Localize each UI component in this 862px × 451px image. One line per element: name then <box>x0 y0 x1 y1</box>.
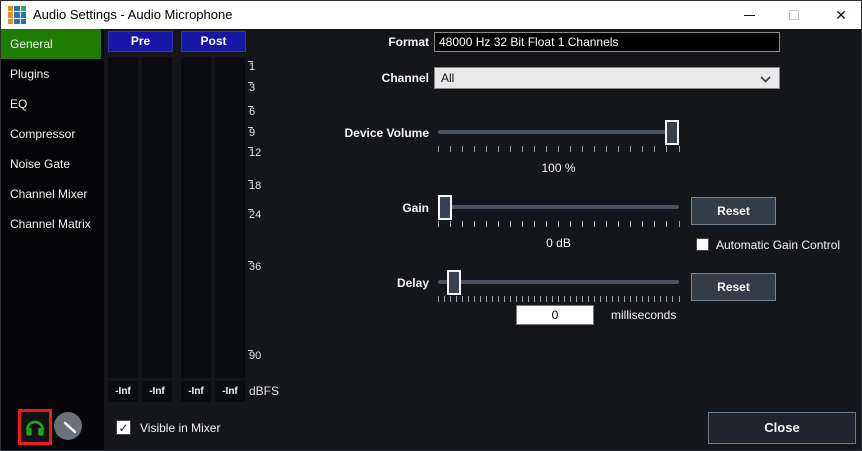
visible-in-mixer-checkbox[interactable]: ✓ <box>116 420 131 435</box>
meter-value-pre-1: -Inf <box>108 381 138 402</box>
gain-reset-button[interactable]: Reset <box>691 197 776 225</box>
delay-label: Delay <box>301 276 429 290</box>
scale-tick: 36 <box>249 261 261 273</box>
window-title: Audio Settings - Audio Microphone <box>33 1 232 29</box>
scale-tick: 6 <box>249 106 255 118</box>
knob-pointer-icon <box>54 412 82 440</box>
scale-tick: 24 <box>249 209 261 221</box>
delay-reset-button[interactable]: Reset <box>691 273 776 301</box>
device-volume-slider-thumb[interactable] <box>665 120 679 145</box>
scale-tick: 1 <box>249 61 255 73</box>
delay-slider[interactable] <box>438 270 679 303</box>
monitor-volume-knob[interactable] <box>54 412 82 440</box>
delay-slider-thumb[interactable] <box>447 270 461 295</box>
slider-ticks <box>438 296 679 302</box>
channel-dropdown[interactable]: All <box>434 67 780 89</box>
agc-label: Automatic Gain Control <box>716 238 840 252</box>
headphones-icon <box>24 417 46 437</box>
title-bar: Audio Settings - Audio Microphone ✕ <box>1 1 862 29</box>
minimize-icon <box>744 15 755 16</box>
meter-bar-pre-1 <box>108 57 138 378</box>
sidebar-item-channel-mixer[interactable]: Channel Mixer <box>1 179 101 209</box>
channel-label: Channel <box>301 71 429 85</box>
chevron-down-icon <box>760 76 771 83</box>
meter-bar-post-1 <box>181 57 211 378</box>
sidebar-item-general[interactable]: General <box>1 29 101 59</box>
milliseconds-label: milliseconds <box>611 308 676 322</box>
agc-checkbox[interactable]: ✓ <box>696 238 709 251</box>
app-logo-icon <box>8 6 26 24</box>
meter-bar-pre-2 <box>142 57 172 378</box>
scale-tick: 18 <box>249 180 261 192</box>
meter-value-pre-2: -Inf <box>142 381 172 402</box>
meter-header-pre: Pre <box>108 31 173 52</box>
gain-slider[interactable] <box>438 195 679 228</box>
maximize-icon <box>789 10 799 20</box>
gain-label: Gain <box>301 201 429 215</box>
scale-tick: 9 <box>249 127 255 139</box>
scale-tick: 90 <box>249 350 261 362</box>
headphones-monitor-button[interactable] <box>18 409 52 445</box>
format-field[interactable] <box>434 32 780 52</box>
close-button[interactable]: Close <box>708 412 856 444</box>
meter-bar-post-2 <box>215 57 245 378</box>
format-label: Format <box>301 35 429 49</box>
sidebar-item-plugins[interactable]: Plugins <box>1 59 101 89</box>
sidebar-item-noise-gate[interactable]: Noise Gate <box>1 149 101 179</box>
maximize-button <box>772 1 816 29</box>
close-window-button[interactable]: ✕ <box>819 1 862 29</box>
slider-track <box>438 205 679 209</box>
audio-settings-window: Audio Settings - Audio Microphone ✕ Gene… <box>0 0 862 451</box>
settings-sidebar: General Plugins EQ Compressor Noise Gate… <box>1 29 104 451</box>
visible-in-mixer-label: Visible in Mixer <box>140 421 220 435</box>
gain-slider-thumb[interactable] <box>438 195 452 220</box>
sidebar-item-channel-matrix[interactable]: Channel Matrix <box>1 209 101 239</box>
check-icon: ✓ <box>118 422 128 434</box>
meter-value-post-2: -Inf <box>215 381 245 402</box>
slider-track <box>438 130 679 134</box>
scale-tick: 3 <box>249 82 255 94</box>
sidebar-item-compressor[interactable]: Compressor <box>1 119 101 149</box>
scale-tick: 12 <box>249 147 261 159</box>
gain-value: 0 dB <box>438 236 679 250</box>
device-volume-label: Device Volume <box>301 126 429 140</box>
meter-header-post: Post <box>181 31 246 52</box>
slider-ticks <box>438 146 679 152</box>
slider-ticks <box>438 221 679 227</box>
channel-selected-value: All <box>441 71 454 85</box>
delay-milliseconds-input[interactable] <box>516 305 594 325</box>
meter-value-post-1: -Inf <box>181 381 211 402</box>
device-volume-slider[interactable] <box>438 120 679 153</box>
minimize-button[interactable] <box>727 1 771 29</box>
device-volume-value: 100 % <box>438 161 679 175</box>
meter-unit-label: dBFS <box>249 384 279 398</box>
sidebar-item-eq[interactable]: EQ <box>1 89 101 119</box>
slider-track <box>438 280 679 284</box>
